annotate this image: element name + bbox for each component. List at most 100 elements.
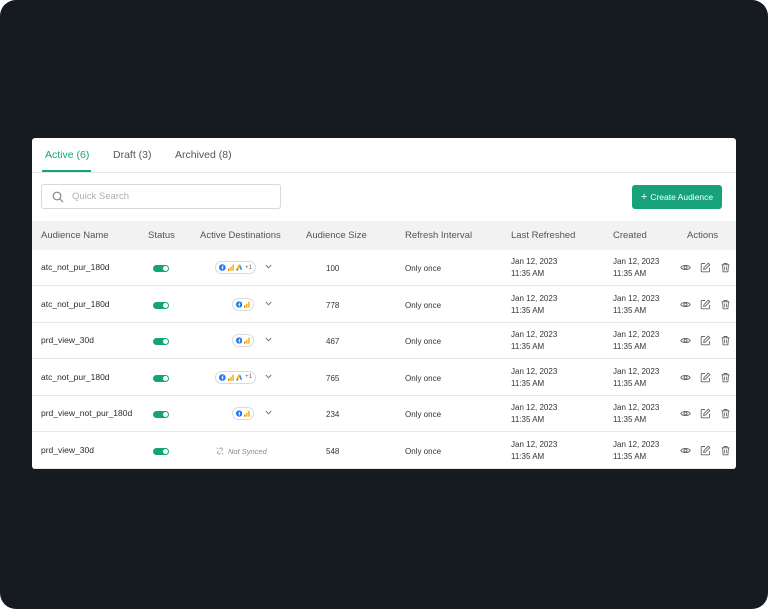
status-toggle[interactable] xyxy=(153,411,169,418)
audiences-card: Active (6) Draft (3) Archived (8) + Crea… xyxy=(32,138,736,469)
last-refreshed-date: Jan 12, 2023 xyxy=(511,366,558,376)
last-refreshed: Jan 12, 2023 11:35 AM xyxy=(511,293,557,317)
google-analytics-icon xyxy=(244,410,250,417)
created-date: Jan 12, 2023 xyxy=(613,293,660,303)
last-refreshed: Jan 12, 2023 11:35 AM xyxy=(511,439,557,463)
col-last-refreshed: Last Refreshed xyxy=(511,230,576,241)
created: Jan 12, 2023 11:35 AM xyxy=(613,439,659,463)
last-refreshed: Jan 12, 2023 11:35 AM xyxy=(511,402,557,426)
edit-icon[interactable] xyxy=(700,299,711,310)
status-toggle[interactable] xyxy=(153,447,169,455)
last-refreshed: Jan 12, 2023 11:35 AM xyxy=(511,366,557,390)
eye-icon[interactable] xyxy=(680,299,691,310)
create-audience-button[interactable]: + Create Audience xyxy=(632,185,722,209)
col-created: Created xyxy=(613,230,647,241)
last-refreshed-date: Jan 12, 2023 xyxy=(511,293,558,303)
last-refreshed-date: Jan 12, 2023 xyxy=(511,403,558,412)
last-refreshed-time: 11:35 AM xyxy=(511,451,545,461)
table-row: atc_not_pur_180d +1 765 Only once Jan 12, 20… xyxy=(32,360,736,396)
chevron-down-icon[interactable] xyxy=(265,264,272,269)
edit-icon[interactable] xyxy=(700,408,711,419)
google-analytics-icon xyxy=(244,301,250,308)
last-refreshed-date: Jan 12, 2023 xyxy=(511,439,558,449)
created-time: 11:35 AM xyxy=(613,415,647,424)
trash-icon[interactable] xyxy=(720,335,731,346)
audience-name[interactable]: atc_not_pur_180d xyxy=(41,262,110,272)
last-refreshed-date: Jan 12, 2023 xyxy=(511,257,558,266)
plus-icon: + xyxy=(640,190,648,203)
status-toggle[interactable] xyxy=(153,338,169,345)
status-toggle[interactable] xyxy=(153,374,169,382)
refresh-interval: Only once xyxy=(405,373,442,383)
edit-icon[interactable] xyxy=(700,445,711,456)
audience-size: 548 xyxy=(326,446,340,456)
edit-icon[interactable] xyxy=(700,335,711,346)
facebook-icon xyxy=(236,300,243,308)
status-toggle[interactable] xyxy=(153,265,169,272)
active-tab-indicator xyxy=(42,170,91,172)
google-ads-icon xyxy=(235,264,242,271)
chevron-down-icon[interactable] xyxy=(265,301,272,306)
eye-icon[interactable] xyxy=(680,372,691,383)
status-toggle[interactable] xyxy=(153,301,169,309)
destinations-badge[interactable] xyxy=(232,297,254,311)
google-analytics-icon xyxy=(227,264,234,271)
trash-icon[interactable] xyxy=(720,408,731,419)
destinations-badge[interactable] xyxy=(232,334,254,347)
search-icon xyxy=(52,191,64,203)
google-analytics-icon xyxy=(227,374,234,381)
google-analytics-icon xyxy=(244,337,250,344)
col-audience-name: Audience Name xyxy=(41,230,109,241)
trash-icon[interactable] xyxy=(720,262,731,273)
created-time: 11:35 AM xyxy=(613,305,647,315)
eye-icon[interactable] xyxy=(680,445,691,456)
last-refreshed-time: 11:35 AM xyxy=(511,269,545,278)
created: Jan 12, 2023 11:35 AM xyxy=(613,366,659,390)
audience-size: 467 xyxy=(326,337,340,346)
tab-draft[interactable]: Draft (3) xyxy=(113,149,152,161)
search-input[interactable] xyxy=(72,187,272,206)
created-date: Jan 12, 2023 xyxy=(613,330,660,339)
destinations-badge[interactable]: +1 xyxy=(215,370,256,384)
audience-size: 234 xyxy=(326,410,340,419)
chevron-down-icon[interactable] xyxy=(265,410,272,415)
created-time: 11:35 AM xyxy=(613,269,647,278)
eye-icon[interactable] xyxy=(680,262,691,273)
table-row: atc_not_pur_180d 778 Only once Jan 12, 2023… xyxy=(32,287,736,323)
created-time: 11:35 AM xyxy=(613,342,647,351)
created-date: Jan 12, 2023 xyxy=(613,403,660,412)
facebook-icon xyxy=(219,264,226,271)
created: Jan 12, 2023 11:35 AM xyxy=(613,329,659,353)
audience-name[interactable]: atc_not_pur_180d xyxy=(41,299,110,309)
created: Jan 12, 2023 11:35 AM xyxy=(613,402,659,426)
destinations-badge[interactable]: +1 xyxy=(215,261,256,274)
destinations-badge[interactable] xyxy=(232,407,254,420)
refresh-interval: Only once xyxy=(405,264,442,273)
facebook-icon xyxy=(236,410,243,417)
unlink-icon xyxy=(216,447,224,455)
search-box xyxy=(41,184,281,209)
trash-icon[interactable] xyxy=(720,445,731,456)
trash-icon[interactable] xyxy=(720,299,731,310)
col-audience-size: Audience Size xyxy=(306,230,367,241)
table-row: prd_view_30d 467 Only once Jan 12, 2023 11:3… xyxy=(32,323,736,359)
created-date: Jan 12, 2023 xyxy=(613,366,660,376)
trash-icon[interactable] xyxy=(720,372,731,383)
chevron-down-icon[interactable] xyxy=(265,337,272,342)
col-refresh-interval: Refresh Interval xyxy=(405,230,473,241)
tab-archived[interactable]: Archived (8) xyxy=(175,149,232,161)
created: Jan 12, 2023 11:35 AM xyxy=(613,256,659,280)
google-ads-icon xyxy=(235,374,242,381)
edit-icon[interactable] xyxy=(700,262,711,273)
not-synced-text: Not Synced xyxy=(228,446,267,456)
audience-name[interactable]: atc_not_pur_180d xyxy=(41,372,110,382)
tab-active[interactable]: Active (6) xyxy=(45,149,89,161)
edit-icon[interactable] xyxy=(700,372,711,383)
more-destinations-count: +1 xyxy=(245,264,252,271)
eye-icon[interactable] xyxy=(680,335,691,346)
chevron-down-icon[interactable] xyxy=(265,374,272,379)
audience-name[interactable]: prd_view_30d xyxy=(41,445,94,455)
eye-icon[interactable] xyxy=(680,408,691,419)
audience-name[interactable]: prd_view_30d xyxy=(41,335,94,345)
audience-name[interactable]: prd_view_not_pur_180d xyxy=(41,408,132,418)
